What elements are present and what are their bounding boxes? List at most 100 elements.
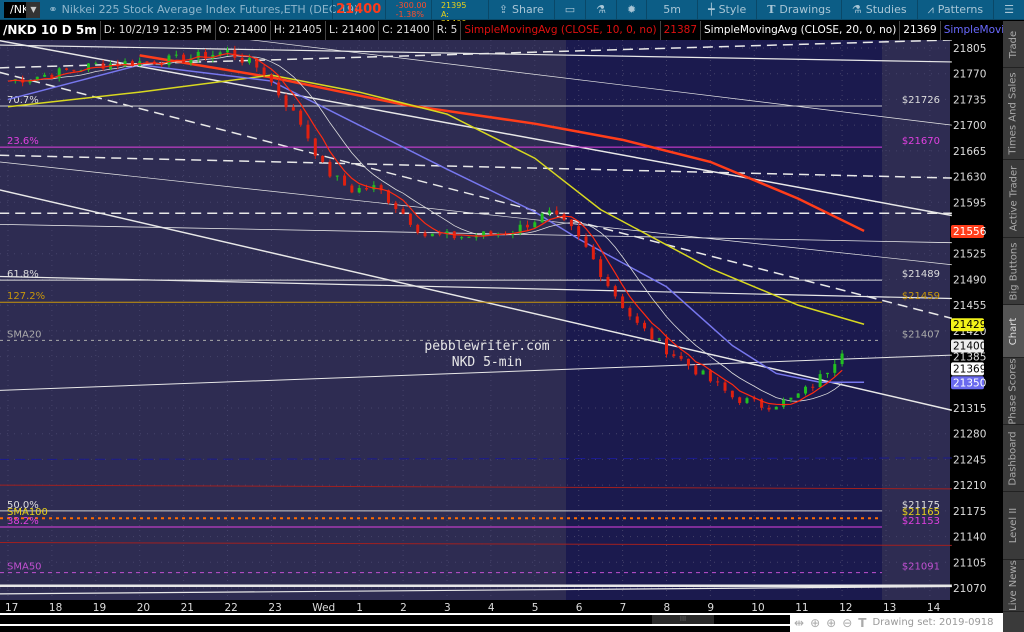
- x-tick-label: 7: [620, 602, 627, 613]
- candle: [72, 69, 76, 71]
- x-tick-label: 5: [532, 602, 539, 613]
- candle: [394, 202, 398, 210]
- candle: [489, 231, 493, 235]
- studies-button[interactable]: ⚗ Studies: [840, 0, 917, 20]
- x-tick-label: 10: [751, 602, 764, 613]
- level-label-right: $21726: [902, 95, 940, 106]
- candle: [182, 54, 186, 63]
- candle: [650, 328, 654, 340]
- candle: [438, 233, 442, 235]
- candle: [145, 61, 149, 63]
- pan-arrows-icon[interactable]: ⇹: [794, 616, 804, 630]
- side-tab-level-ii[interactable]: Level II: [1003, 492, 1024, 560]
- y-tick-label: 21455: [953, 300, 986, 312]
- side-tab-label: Phase Scores: [1008, 357, 1020, 425]
- candle: [262, 67, 266, 75]
- candle: [233, 49, 237, 58]
- candle: [606, 276, 610, 287]
- side-tab-active-trader[interactable]: Active Trader: [1003, 160, 1024, 238]
- drawing-set-label[interactable]: Drawing set: 2019-0918: [872, 617, 993, 628]
- y-tick-label: 21525: [953, 249, 986, 261]
- side-tab-phase-scores[interactable]: Phase Scores: [1003, 358, 1024, 425]
- settings-button[interactable]: ✹: [616, 0, 646, 20]
- side-tab-dashboard[interactable]: Dashboard: [1003, 425, 1024, 492]
- chart-title: /NKD 10 D 5m: [0, 21, 101, 40]
- candle: [701, 370, 705, 375]
- candle: [774, 406, 778, 410]
- change-percent: -1.38%: [395, 9, 424, 19]
- crosshair-icon[interactable]: ⊕: [810, 616, 820, 630]
- side-tab-label: Active Trader: [1008, 165, 1020, 232]
- side-tab-label: Big Buttons: [1008, 242, 1019, 300]
- x-tick-label: 12: [839, 602, 852, 613]
- candle: [357, 188, 361, 193]
- style-button[interactable]: ┿ Style: [696, 0, 756, 20]
- scrollbar-thumb[interactable]: III: [652, 615, 714, 624]
- zoom-in-icon[interactable]: ⊕: [826, 616, 836, 630]
- candle: [401, 209, 405, 214]
- candle: [313, 138, 317, 156]
- x-tick-label: 9: [707, 602, 714, 613]
- candle: [694, 365, 698, 375]
- candle: [160, 64, 164, 66]
- candle: [547, 210, 551, 214]
- symbol-description: Nikkei 225 Stock Average Index Futures,E…: [61, 3, 359, 16]
- share-button[interactable]: ⇪ Share: [487, 0, 554, 20]
- x-tick-label: 18: [49, 602, 62, 613]
- candle: [840, 353, 844, 365]
- drawings-button[interactable]: T Drawings: [756, 0, 841, 20]
- x-tick-label: 14: [927, 602, 941, 613]
- candle: [460, 237, 464, 239]
- level-label-left: 38.2%: [7, 516, 39, 527]
- chevron-down-icon[interactable]: ▼: [26, 1, 41, 18]
- y-tick-label: 21665: [953, 146, 986, 158]
- link-icon[interactable]: ⚭: [48, 3, 57, 16]
- y-tick-label: 21140: [953, 532, 986, 544]
- candle: [423, 232, 427, 237]
- x-tick-label: 11: [795, 602, 808, 613]
- candle: [328, 161, 332, 177]
- side-tab-live-news[interactable]: Live News: [1003, 560, 1024, 612]
- side-tab-trade[interactable]: Trade: [1003, 21, 1024, 68]
- text-t-icon[interactable]: T: [858, 616, 866, 630]
- level-label-right: $21670: [902, 136, 940, 147]
- level-label-right: $21489: [902, 269, 940, 280]
- alert-button[interactable]: ▭: [553, 0, 585, 20]
- price-badge-label: 21556: [953, 226, 987, 238]
- level-label-right: $21459: [902, 291, 940, 302]
- x-tick-label: 20: [137, 602, 150, 613]
- candle: [321, 155, 325, 162]
- sma50-label: SimpleMovingAvg (CLOSE,...: [941, 21, 1003, 40]
- candle: [474, 236, 478, 238]
- flask-button[interactable]: ⚗: [585, 0, 616, 20]
- x-tick-label: 17: [5, 602, 18, 613]
- side-tab-chart[interactable]: Chart: [1003, 305, 1024, 358]
- candle: [577, 226, 581, 237]
- x-tick-label: 2: [400, 602, 407, 613]
- level-label-right: $21407: [902, 329, 940, 340]
- drawings-label: Drawings: [779, 3, 831, 16]
- candle: [174, 54, 178, 56]
- patterns-button[interactable]: ⩘ Patterns: [916, 0, 994, 20]
- zoom-out-icon[interactable]: ⊖: [842, 616, 852, 630]
- candle: [628, 308, 632, 317]
- menu-button[interactable]: ☰: [993, 0, 1024, 20]
- candle: [818, 374, 822, 388]
- bar-range: R: 5: [434, 21, 462, 40]
- candle: [562, 214, 566, 220]
- candle: [540, 213, 544, 223]
- price-badge-label: 21429: [953, 319, 986, 331]
- side-tab-label: Chart: [1008, 317, 1020, 345]
- symbol-selector[interactable]: /NKD ▼: [4, 1, 41, 18]
- y-tick-label: 21630: [953, 172, 986, 184]
- timeframe-button[interactable]: 5m: [646, 0, 697, 20]
- candle: [811, 386, 815, 388]
- x-tick-label: 6: [576, 602, 583, 613]
- candle: [804, 386, 808, 394]
- side-tab-big-buttons[interactable]: Big Buttons: [1003, 238, 1024, 305]
- price-chart[interactable]: 70.7% $2172623.6% $2167061.8% $21489127.2% $…: [0, 40, 1003, 613]
- candle: [686, 358, 690, 366]
- net-change: -300.00 -1.38%: [390, 1, 427, 19]
- candle: [613, 286, 617, 297]
- side-tab-times-and-sales[interactable]: Times And Sales: [1003, 68, 1024, 160]
